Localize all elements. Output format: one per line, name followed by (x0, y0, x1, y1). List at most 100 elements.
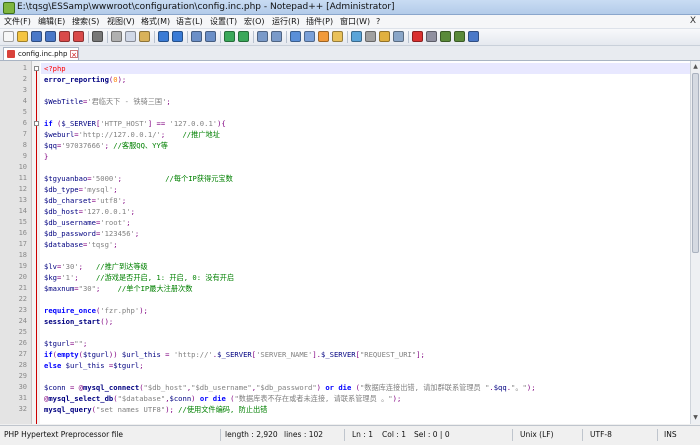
menu-help[interactable]: ? (376, 15, 380, 28)
menu-settings[interactable]: 设置(T) (210, 15, 237, 28)
code-line[interactable]: $db_password='123456'; (44, 228, 139, 239)
notepad-app-icon (3, 2, 15, 14)
menu-macro[interactable]: 宏(O) (244, 15, 265, 28)
code-line[interactable]: } (44, 151, 48, 162)
paste-icon[interactable] (139, 31, 150, 42)
code-area[interactable]: <?php error_reporting(0); $WebTitle='君临天下 … (41, 61, 690, 424)
menu-search[interactable]: 搜索(S) (72, 15, 99, 28)
code-line[interactable]: @mysql_select_db("$database",$conn) or d… (44, 393, 401, 404)
code-line[interactable]: $maxnum="30"; //单个IP最大注册次数 (44, 283, 192, 294)
tab-close-icon[interactable]: × (70, 50, 78, 59)
scroll-down-icon[interactable]: ▼ (692, 413, 699, 422)
menu-language[interactable]: 语言(L) (176, 15, 203, 28)
vertical-scrollbar[interactable]: ▲ ▼ (690, 61, 700, 424)
menu-run[interactable]: 运行(R) (272, 15, 300, 28)
code-token: $db_type (44, 185, 79, 194)
code-line[interactable]: $db_charset='utf8'; (44, 195, 126, 206)
menu-format[interactable]: 格式(M) (141, 15, 170, 28)
close-icon[interactable] (59, 31, 70, 42)
copy-icon[interactable] (125, 31, 136, 42)
code-line[interactable]: $lv='30'; //推广到达等级 (44, 261, 148, 272)
show-all-chars-icon[interactable] (304, 31, 315, 42)
save-macro-icon[interactable] (468, 31, 479, 42)
record-macro-icon[interactable] (412, 31, 423, 42)
code-line[interactable]: error_reporting(0); (44, 74, 126, 85)
zoom-out-icon[interactable] (238, 31, 249, 42)
tab-config-inc-php[interactable]: config.inc.php × (3, 47, 79, 60)
fold-range-line (36, 126, 37, 159)
code-token: ) (191, 394, 200, 403)
code-line[interactable]: $tgurl=""; (44, 338, 87, 349)
open-file-icon[interactable] (17, 31, 28, 42)
code-token: $_SERVER (321, 350, 356, 359)
code-token: '97037666' (61, 141, 105, 150)
code-token: ); (392, 394, 402, 403)
stop-macro-icon[interactable] (426, 31, 437, 42)
code-line[interactable]: $WebTitle='君临天下 - 铁骑三国'; (44, 96, 171, 107)
code-token: 'root' (100, 218, 127, 227)
folder-workspace-icon[interactable] (379, 31, 390, 42)
code-line[interactable]: $db_host='127.0.0.1'; (44, 206, 135, 217)
sync-h-icon[interactable] (271, 31, 282, 42)
user-lang-icon[interactable] (332, 31, 343, 42)
line-number: 18 (18, 251, 27, 259)
code-line[interactable]: <?php (44, 63, 66, 74)
menu-view[interactable]: 视图(V) (107, 15, 135, 28)
code-token: //游戏是否开启, 1: 开启, 0: 没有开启 (95, 273, 235, 282)
code-token: $db_username (44, 218, 96, 227)
cut-icon[interactable] (111, 31, 122, 42)
word-wrap-icon[interactable] (290, 31, 301, 42)
code-token: //推广到达等级 (95, 262, 148, 271)
code-token: '1' (61, 273, 75, 282)
print-icon[interactable] (92, 31, 103, 42)
monitor-icon[interactable] (393, 31, 404, 42)
code-token: ; (104, 141, 114, 150)
code-line[interactable]: if ($_SERVER['HTTP_HOST'] == '127.0.0.1'… (44, 118, 226, 129)
menu-window[interactable]: 窗口(W) (340, 15, 370, 28)
code-token: = (160, 350, 174, 359)
code-line[interactable]: $tgyuanbao='5000'; //每个IP获得元宝数 (44, 173, 233, 184)
code-line[interactable]: $database='tqsg'; (44, 239, 118, 250)
code-line[interactable]: $db_type='mysql'; (44, 184, 118, 195)
code-token: ; (117, 174, 166, 183)
sync-v-icon[interactable] (257, 31, 268, 42)
code-line[interactable]: $weburl='http://127.0.0.1/'; //推广地址 (44, 129, 220, 140)
code-token: $db_charset (44, 196, 92, 205)
code-line[interactable]: $db_username='root'; (44, 217, 131, 228)
code-line[interactable]: mysql_query("set names UTF8"); //使用文件编码,… (44, 404, 267, 415)
save-icon[interactable] (31, 31, 42, 42)
code-line[interactable]: if(empty($tgurl)) $url_this = 'http://'.… (44, 349, 425, 360)
code-line[interactable]: require_once('fzr.php'); (44, 305, 148, 316)
code-line[interactable]: $kg='1'; //游戏是否开启, 1: 开启, 0: 没有开启 (44, 272, 234, 283)
scrollbar-thumb[interactable] (692, 73, 699, 253)
scroll-up-icon[interactable]: ▲ (692, 62, 699, 71)
find-icon[interactable] (191, 31, 202, 42)
zoom-in-icon[interactable] (224, 31, 235, 42)
function-list-icon[interactable] (365, 31, 376, 42)
close-document-icon[interactable]: X (690, 15, 696, 28)
replace-icon[interactable] (205, 31, 216, 42)
indent-guide-icon[interactable] (318, 31, 329, 42)
play-macro-icon[interactable] (440, 31, 451, 42)
close-all-icon[interactable] (73, 31, 84, 42)
new-file-icon[interactable] (3, 31, 14, 42)
tab-label: config.inc.php (18, 50, 68, 58)
menu-file[interactable]: 文件(F) (4, 15, 31, 28)
code-token: $url_this (121, 350, 161, 359)
redo-icon[interactable] (172, 31, 183, 42)
code-line[interactable]: else $url_this =$tgurl; (44, 360, 144, 371)
line-number: 29 (18, 372, 27, 380)
doc-map-icon[interactable] (351, 31, 362, 42)
menu-plugins[interactable]: 插件(P) (306, 15, 333, 28)
run-macro-multiple-icon[interactable] (454, 31, 465, 42)
undo-icon[interactable] (158, 31, 169, 42)
line-number: 14 (18, 207, 27, 215)
line-number: 11 (18, 174, 27, 182)
code-line[interactable]: $conn = @mysql_connect("$db_host","$db_u… (44, 382, 536, 393)
code-line[interactable]: $qq='97037666'; //客服QQ、YY等 (44, 140, 168, 151)
save-all-icon[interactable] (45, 31, 56, 42)
line-number: 26 (18, 339, 27, 347)
menu-edit[interactable]: 编辑(E) (38, 15, 65, 28)
code-editor[interactable]: 1 2 3 4 5 6 7 8 9 10 11 12 13 14 15 16 17 18 19 20 21 22 23 24 2… (0, 61, 690, 424)
code-line[interactable]: session_start(); (44, 316, 113, 327)
